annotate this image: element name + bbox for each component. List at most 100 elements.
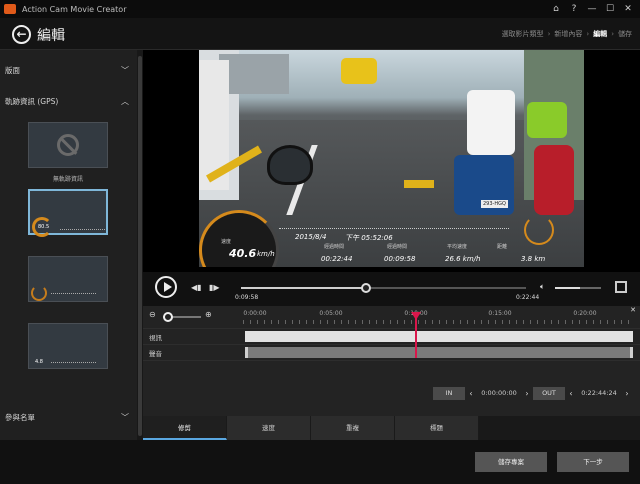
section-gps[interactable]: 軌跡資訊 (GPS) ︿ bbox=[0, 92, 137, 112]
transport-controls: ◀▮ ▮▶ 0:09:58 0:22:44 🔈︎ bbox=[143, 272, 640, 306]
speed-gauge-icon bbox=[31, 285, 47, 301]
section-layout[interactable]: 版面 ﹀ bbox=[0, 61, 137, 81]
back-button[interactable]: ← bbox=[12, 25, 31, 44]
audio-clip[interactable] bbox=[245, 347, 633, 358]
store-icon[interactable]: ⌂ bbox=[548, 2, 564, 16]
out-next-icon[interactable]: › bbox=[621, 389, 633, 398]
hud-distance-caption: 距離 bbox=[497, 244, 508, 250]
zoom-handle[interactable] bbox=[163, 312, 173, 322]
seek-bar[interactable] bbox=[241, 283, 526, 293]
breadcrumb-step-1[interactable]: 選取影片類型 bbox=[502, 29, 544, 39]
track-audio: 聲音 bbox=[143, 344, 640, 360]
lane-marking bbox=[404, 180, 434, 188]
hud-avg-speed: 26.6 km/h bbox=[445, 255, 481, 263]
hud-time: 下午 05:52:06 bbox=[345, 234, 393, 242]
in-time: 0:00:00:00 bbox=[481, 389, 517, 397]
breadcrumb: 選取影片類型 › 新增內容 › 編輯 › 儲存 bbox=[502, 29, 632, 39]
play-button[interactable] bbox=[155, 276, 177, 298]
chevron-right-icon: › bbox=[611, 30, 614, 38]
gps-option-none[interactable] bbox=[28, 122, 108, 168]
hud-avg-speed-caption: 平均速度 bbox=[447, 244, 468, 250]
chevron-down-icon: ﹀ bbox=[121, 413, 129, 422]
ruler-label: 0:20:00 bbox=[573, 310, 597, 317]
hud-duration: 00:09:58 bbox=[384, 255, 416, 263]
breadcrumb-step-4[interactable]: 儲存 bbox=[618, 29, 632, 39]
tab-speed[interactable]: 速度 bbox=[227, 416, 311, 440]
playhead[interactable] bbox=[415, 316, 417, 358]
timeline: ✕ ⊖ ⊕ 0:00:00 0:05:00 0:10:00 0:15:00 0:… bbox=[143, 306, 640, 416]
video-preview: 速度 40.6 km/h 2015/8/4 下午 05:52:06 經過時間 0… bbox=[143, 50, 640, 272]
truck bbox=[219, 54, 289, 94]
yellow-taxi bbox=[341, 58, 377, 84]
app-title: Action Cam Movie Creator bbox=[22, 4, 127, 14]
hud-divider bbox=[279, 228, 509, 229]
zoom-in-icon[interactable]: ⊕ bbox=[205, 310, 212, 319]
close-button[interactable]: ✕ bbox=[620, 2, 636, 16]
chevron-right-icon: › bbox=[547, 30, 551, 38]
maximize-button[interactable]: ☐ bbox=[602, 2, 618, 16]
hud-speed-unit: km/h bbox=[257, 250, 275, 258]
rider bbox=[467, 90, 515, 155]
out-prev-icon[interactable]: ‹ bbox=[565, 389, 577, 398]
in-prev-icon[interactable]: ‹ bbox=[465, 389, 477, 398]
hud-date: 2015/8/4 bbox=[295, 233, 327, 241]
tab-trim[interactable]: 修剪 bbox=[143, 416, 227, 440]
gps-option-3[interactable] bbox=[28, 256, 108, 302]
total-time: 0:22:44 bbox=[516, 294, 540, 301]
breadcrumb-step-3[interactable]: 編輯 bbox=[593, 29, 607, 39]
window-controls: ⌂ ? — ☐ ✕ bbox=[548, 2, 636, 16]
hud-elapsed-caption: 經過時間 bbox=[324, 244, 345, 250]
in-next-icon[interactable]: › bbox=[521, 389, 533, 398]
chevron-down-icon: ﹀ bbox=[121, 66, 129, 75]
volume-slider[interactable] bbox=[555, 287, 601, 289]
mirror bbox=[267, 145, 313, 185]
previous-frame-icon[interactable]: ◀▮ bbox=[191, 283, 202, 292]
track-label: 聲音 bbox=[149, 350, 162, 358]
save-project-button[interactable]: 儲存專案 bbox=[475, 452, 547, 472]
help-button[interactable]: ? bbox=[566, 2, 582, 16]
gps-option-2[interactable]: 80.5 bbox=[28, 189, 108, 237]
ruler-label: 0:05:00 bbox=[319, 310, 343, 317]
volume-icon[interactable]: 🔈︎ bbox=[540, 282, 545, 292]
in-button[interactable]: IN bbox=[433, 386, 465, 400]
ruler-label: 0:15:00 bbox=[488, 310, 512, 317]
next-button[interactable]: 下一步 bbox=[557, 452, 629, 472]
no-entry-icon bbox=[57, 134, 79, 156]
fullscreen-icon[interactable] bbox=[615, 281, 627, 293]
data-strip bbox=[51, 293, 96, 296]
seek-handle[interactable] bbox=[360, 283, 371, 293]
next-frame-icon[interactable]: ▮▶ bbox=[209, 283, 220, 292]
gps-option-4[interactable]: 4.8 bbox=[28, 323, 108, 369]
zoom-out-icon[interactable]: ⊖ bbox=[149, 310, 156, 319]
scrollbar-thumb[interactable] bbox=[138, 56, 142, 436]
license-plate: 293-HGQ bbox=[481, 200, 508, 208]
timeline-ruler[interactable]: 0:00:00 0:05:00 0:10:00 0:15:00 0:20:00 bbox=[243, 306, 633, 326]
section-credits-label: 參與名單 bbox=[5, 413, 35, 422]
hud-speed-caption: 速度 bbox=[221, 239, 232, 245]
page-header: ← 編輯 選取影片類型 › 新增內容 › 編輯 › 儲存 bbox=[0, 18, 640, 50]
in-out-controls: IN ‹ 0:00:00:00 › OUT ‹ 0:22:44:24 › bbox=[433, 386, 633, 400]
green-car bbox=[527, 102, 567, 138]
chevron-up-icon: ︿ bbox=[121, 97, 129, 106]
footer: 儲存專案 下一步 bbox=[0, 440, 640, 484]
arrow-left-icon: ← bbox=[16, 27, 27, 41]
tab-repeat[interactable]: 重複 bbox=[311, 416, 395, 440]
app-logo bbox=[4, 4, 16, 14]
out-time: 0:22:44:24 bbox=[581, 389, 617, 397]
title-bar: Action Cam Movie Creator ⌂ ? — ☐ ✕ bbox=[0, 0, 640, 18]
current-time: 0:09:58 bbox=[235, 294, 259, 301]
seek-progress bbox=[241, 287, 366, 289]
edit-tabs: 修剪 速度 重複 標題 bbox=[143, 416, 640, 440]
hud-duration-caption: 經過時間 bbox=[387, 244, 408, 250]
section-gps-label: 軌跡資訊 (GPS) bbox=[5, 97, 59, 106]
video-clip[interactable] bbox=[245, 331, 633, 342]
breadcrumb-step-2[interactable]: 新增內容 bbox=[554, 29, 582, 39]
section-credits[interactable]: 參與名單 ﹀ bbox=[0, 408, 137, 428]
tab-title[interactable]: 標題 bbox=[395, 416, 479, 440]
hud-elapsed: 00:22:44 bbox=[321, 255, 353, 263]
minimize-button[interactable]: — bbox=[584, 2, 600, 16]
data-strip bbox=[51, 362, 96, 365]
gauge-value: 80.5 bbox=[38, 224, 50, 230]
data-strip bbox=[60, 229, 105, 232]
out-button[interactable]: OUT bbox=[533, 386, 565, 400]
